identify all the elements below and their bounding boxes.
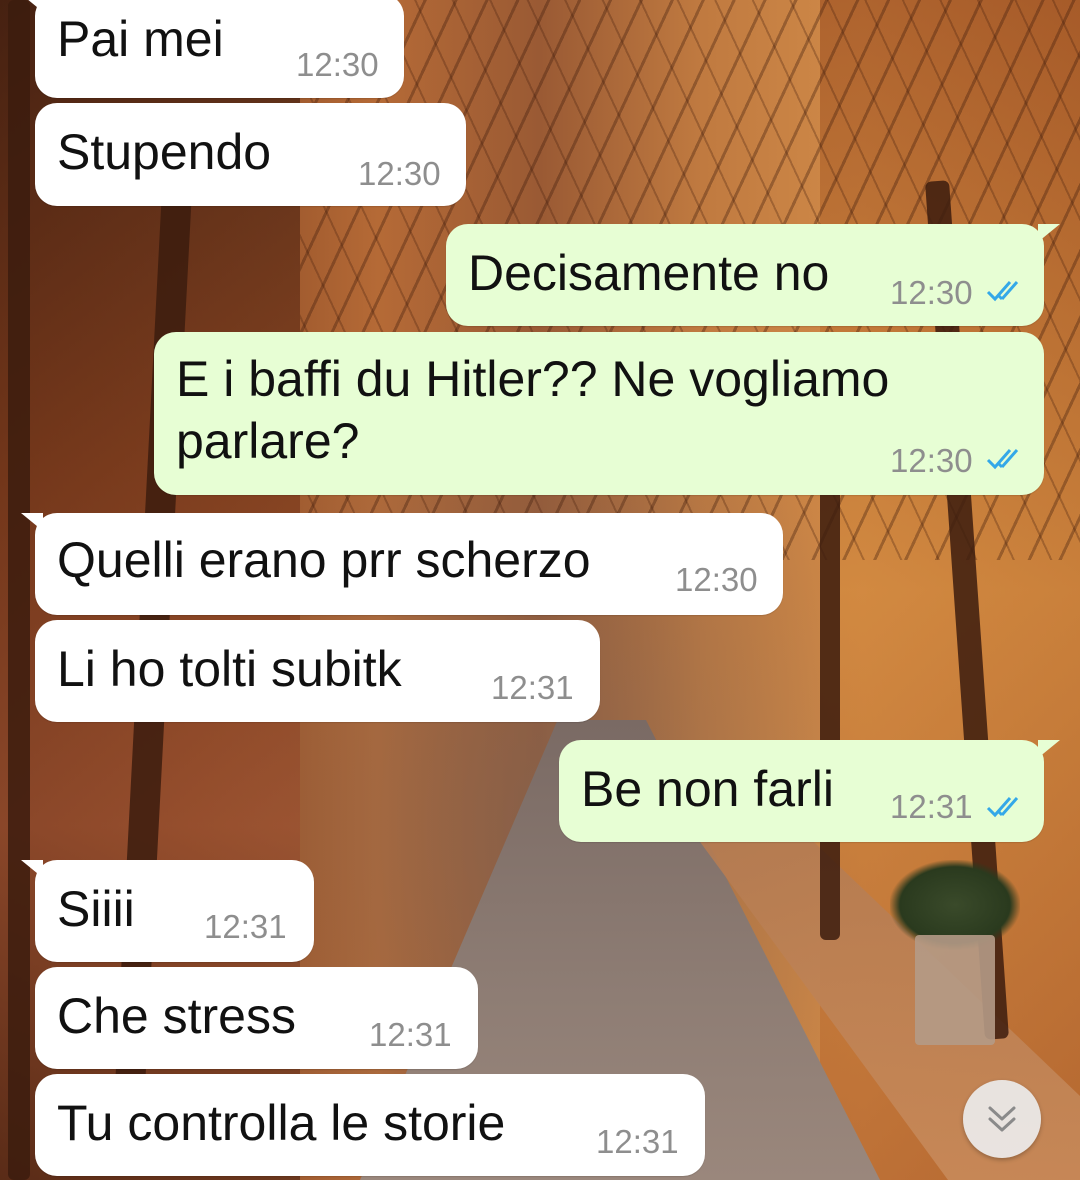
message-bubble-incoming[interactable]: Che stress 12:31	[35, 967, 478, 1069]
message-time: 12:31	[491, 669, 574, 706]
message-bubble-incoming[interactable]: Stupendo 12:30	[35, 103, 466, 206]
message-text: Be non farli	[581, 761, 834, 817]
read-double-check-icon	[986, 797, 1019, 818]
message-text-line: E i baffi du Hitler?? Ne vogliamo	[176, 351, 890, 407]
message-text: Stupendo	[57, 124, 272, 180]
message-bubble-outgoing[interactable]: E i baffi du Hitler?? Ne vogliamo parlar…	[154, 332, 1044, 495]
message-text: Quelli erano prr scherzo	[57, 532, 591, 588]
message-time: 12:31	[204, 908, 287, 945]
message-bubble-incoming[interactable]: Li ho tolti subitk 12:31	[35, 620, 600, 722]
message-bubble-incoming[interactable]: Quelli erano prr scherzo 12:30	[21, 513, 783, 615]
message-time: 12:30	[358, 155, 441, 192]
message-time: 12:31	[890, 788, 973, 825]
chat-screen[interactable]: Pai mei 12:30 Stupendo 12:30 Decisamente…	[0, 0, 1080, 1180]
message-time: 12:30	[890, 442, 973, 479]
message-text: Che stress	[57, 988, 296, 1044]
message-bubble-incoming[interactable]: Siiii 12:31	[21, 860, 314, 962]
wallpaper-lamp-post	[8, 0, 30, 1180]
wallpaper-tree-trunk	[820, 480, 840, 940]
message-time: 12:30	[296, 46, 379, 83]
message-text: Siiii	[57, 881, 135, 937]
wallpaper-planter	[915, 935, 995, 1045]
message-bubble-incoming[interactable]: Pai mei 12:30	[21, 0, 404, 98]
read-double-check-icon	[986, 281, 1019, 302]
message-text: Li ho tolti subitk	[57, 641, 402, 697]
message-time: 12:30	[675, 561, 758, 598]
message-bubble-outgoing[interactable]: Be non farli 12:31	[559, 740, 1060, 842]
message-text: Tu controlla le storie	[57, 1095, 506, 1151]
message-time: 12:31	[596, 1123, 679, 1160]
message-time: 12:31	[369, 1016, 452, 1053]
message-time: 12:30	[890, 274, 973, 311]
message-bubble-incoming[interactable]: Tu controlla le storie 12:31	[35, 1074, 705, 1176]
double-chevron-down-icon	[988, 1106, 1016, 1132]
message-text: Decisamente no	[468, 245, 830, 301]
message-text: Pai mei	[57, 11, 224, 67]
read-double-check-icon	[986, 449, 1019, 470]
message-bubble-outgoing[interactable]: Decisamente no 12:30	[446, 224, 1060, 326]
scroll-to-bottom-button[interactable]	[963, 1080, 1041, 1158]
message-text-line: parlare?	[176, 413, 360, 469]
